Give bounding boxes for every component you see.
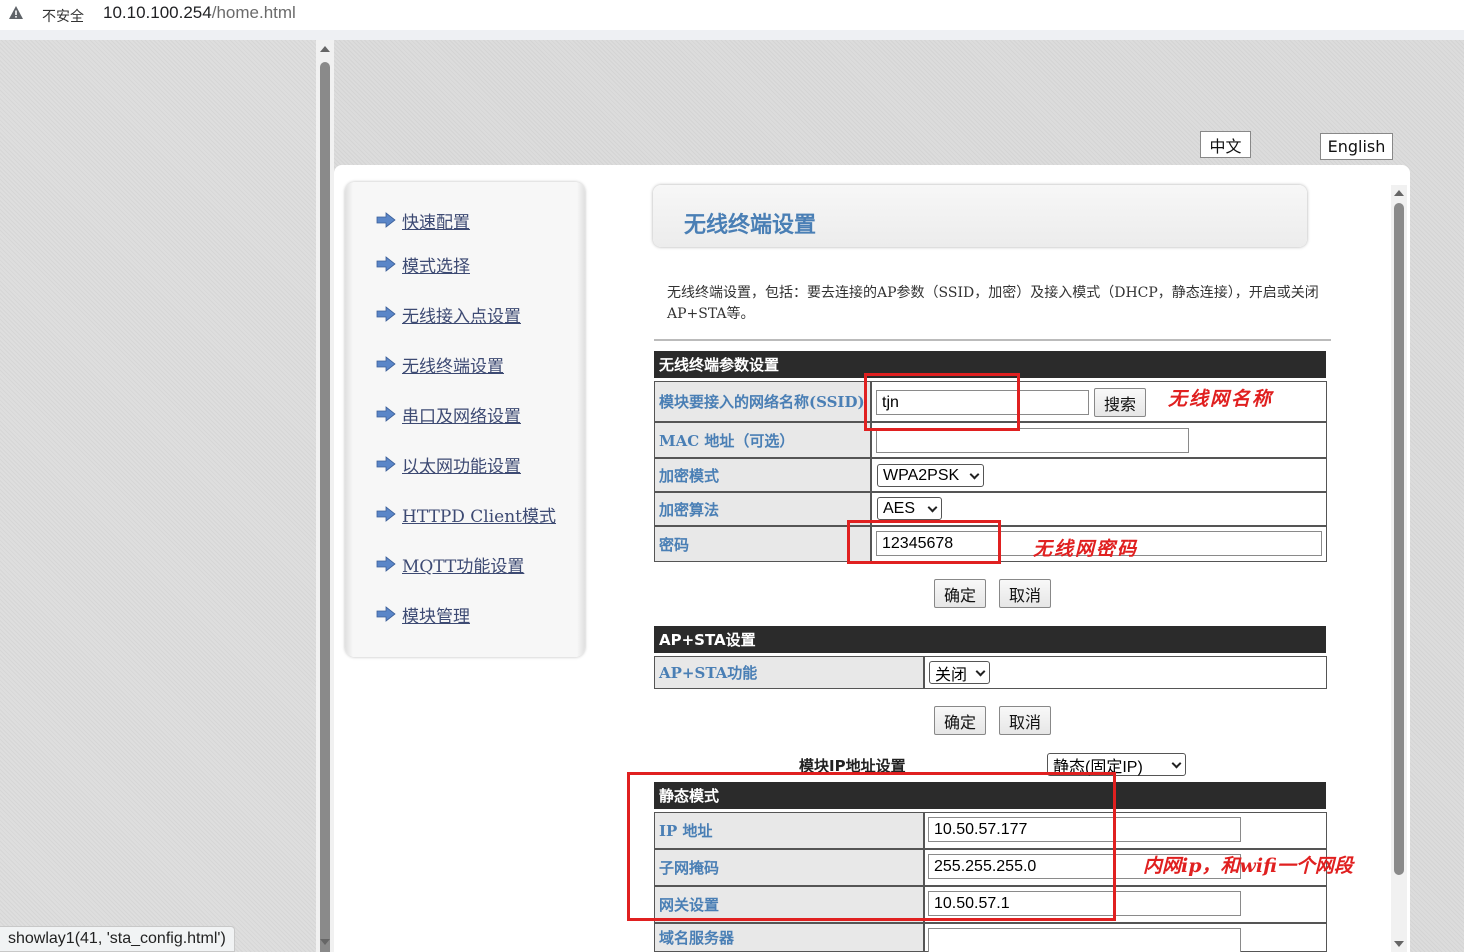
left-scrollbar-thumb[interactable] [320, 62, 330, 952]
url-text[interactable]: 10.10.100.254/home.html [103, 3, 296, 23]
sidebar-item-sta-settings[interactable]: 无线终端设置 [376, 352, 504, 377]
arrow-right-icon [376, 556, 396, 572]
sidebar-item-label: 快速配置 [402, 212, 470, 233]
page-title-box: 无线终端设置 [653, 185, 1307, 247]
encrypt-mode-select[interactable]: WPA2PSK [877, 464, 984, 487]
encrypt-mode-value: WPA2PSK [883, 466, 960, 484]
sidebar-item-label: 无线接入点设置 [402, 306, 521, 327]
sidebar-item-label: 以太网功能设置 [402, 456, 521, 477]
encrypt-alg-label: 加密算法 [654, 492, 871, 526]
arrow-right-icon [376, 356, 396, 372]
ssid-annotation: 无线网名称 [1168, 388, 1274, 410]
chevron-down-icon [969, 469, 980, 480]
sidebar-item-ethernet[interactable]: 以太网功能设置 [376, 452, 521, 477]
password-annotation: 无线网密码 [1033, 538, 1139, 560]
divider [654, 339, 1331, 341]
sta-confirm-button[interactable]: 确定 [934, 579, 986, 608]
dns-input[interactable] [928, 928, 1241, 952]
left-scrollbar[interactable] [316, 40, 334, 952]
sidebar-item-label: MQTT功能设置 [402, 556, 525, 577]
chevron-down-icon [975, 666, 986, 677]
mac-label: MAC 地址（可选） [654, 422, 871, 458]
security-label[interactable]: 不安全 [42, 6, 84, 26]
apsta-value: 关闭 [935, 666, 968, 684]
sidebar-item-module-manage[interactable]: 模块管理 [376, 602, 470, 627]
sidebar-item-mqtt[interactable]: MQTT功能设置 [376, 552, 525, 577]
sidebar-item-quick-config[interactable]: 快速配置 [376, 208, 470, 233]
encrypt-alg-select[interactable]: AES [877, 497, 942, 520]
content-scrollbar-thumb[interactable] [1394, 203, 1404, 875]
apsta-select[interactable]: 关闭 [929, 661, 990, 684]
arrow-right-icon [376, 306, 396, 322]
scroll-down-icon[interactable] [1394, 941, 1404, 947]
encrypt-alg-value: AES [883, 499, 916, 517]
mac-input[interactable] [876, 428, 1189, 453]
sidebar-item-label: 无线终端设置 [402, 356, 504, 377]
sidebar-item-label: 模块管理 [402, 606, 470, 627]
page-title: 无线终端设置 [684, 213, 817, 238]
apsta-cancel-button[interactable]: 取消 [999, 706, 1051, 735]
toolbar-divider [0, 30, 1464, 40]
apsta-header: AP+STA设置 [654, 626, 1326, 653]
sidebar-item-httpd-client[interactable]: HTTPD Client模式 [376, 502, 557, 527]
scroll-up-icon[interactable] [320, 46, 330, 52]
arrow-right-icon [376, 506, 396, 522]
sidebar-item-ap-settings[interactable]: 无线接入点设置 [376, 302, 521, 327]
ip-annotation-box [627, 772, 1116, 921]
search-button[interactable]: 搜索 [1094, 388, 1146, 417]
apsta-confirm-button[interactable]: 确定 [934, 706, 986, 735]
scroll-down-icon[interactable] [320, 939, 330, 945]
scroll-up-icon[interactable] [1394, 190, 1404, 196]
arrow-right-icon [376, 256, 396, 272]
arrow-right-icon [376, 606, 396, 622]
status-bar: showlay1(41, 'sta_config.html') [0, 926, 235, 952]
ip-annotation: 内网ip，和wifi一个网段 [1143, 855, 1353, 877]
arrow-right-icon [376, 212, 396, 228]
arrow-right-icon [376, 406, 396, 422]
content-scrollbar[interactable] [1391, 185, 1407, 952]
warning-icon[interactable] [8, 5, 24, 21]
lang-english-button[interactable]: English [1320, 133, 1393, 160]
url-host: 10.10.100.254 [103, 3, 212, 22]
sidebar-item-serial-network[interactable]: 串口及网络设置 [376, 402, 521, 427]
sidebar-item-mode-select[interactable]: 模式选择 [376, 252, 470, 277]
sidebar-item-label: 串口及网络设置 [402, 406, 521, 427]
lang-chinese-button[interactable]: 中文 [1200, 131, 1251, 158]
page-description: 无线终端设置，包括：要去连接的AP参数（SSID，加密）及接入模式（DHCP，静… [667, 285, 1319, 322]
password-label: 密码 [654, 526, 871, 562]
sta-cancel-button[interactable]: 取消 [999, 579, 1051, 608]
apsta-label: AP+STA功能 [654, 656, 924, 689]
ssid-label: 模块要接入的网络名称(SSID) [654, 381, 871, 422]
arrow-right-icon [376, 456, 396, 472]
password-annotation-box [847, 520, 1001, 564]
sidebar-item-label: HTTPD Client模式 [402, 506, 557, 527]
url-path: /home.html [211, 3, 296, 22]
dns-label: 域名服务器 [654, 923, 924, 952]
ssid-annotation-box [864, 373, 1020, 431]
sidebar-item-label: 模式选择 [402, 256, 470, 277]
chevron-down-icon [927, 502, 938, 513]
left-frame [0, 40, 316, 952]
chevron-down-icon [1171, 758, 1182, 769]
address-bar[interactable]: 不安全 10.10.100.254/home.html [0, 0, 1464, 30]
encrypt-mode-label: 加密模式 [654, 458, 871, 492]
